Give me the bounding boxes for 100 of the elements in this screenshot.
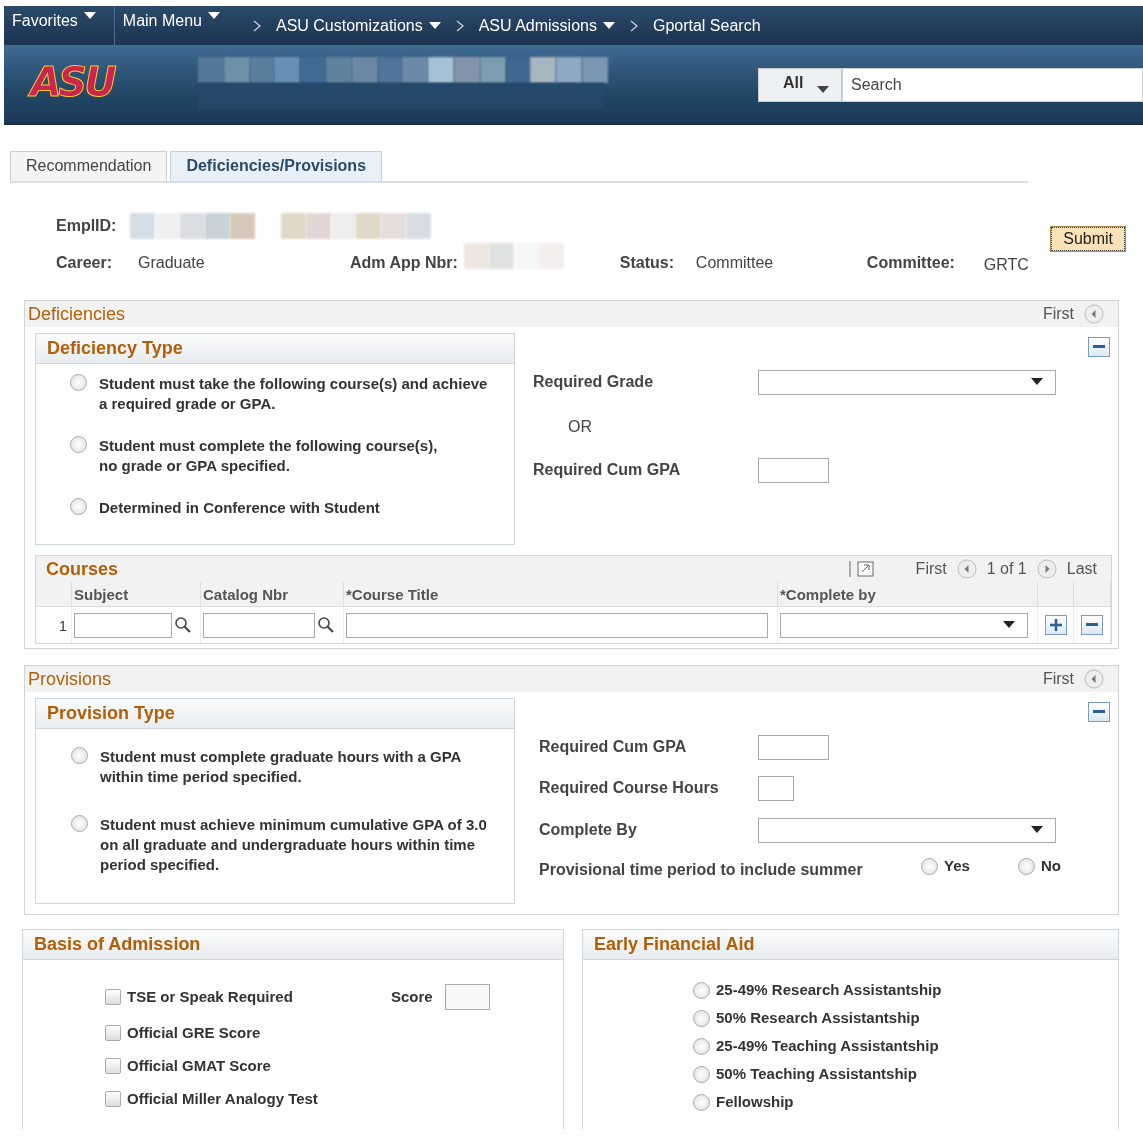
option-label: Student must achieve minimum cumulative GPA of 3.0 on all graduate and undergraduate hours within time period specified.: [100, 815, 488, 875]
box-title: Provision Type: [47, 703, 175, 724]
field-label: Career:: [56, 254, 114, 272]
option-label: 25-49% Research Assistantship: [716, 980, 942, 1000]
collapse-button[interactable]: [1088, 702, 1110, 722]
option-label: Student must complete graduate hours with a GPA within time period specified.: [100, 747, 462, 787]
breadcrumb-link[interactable]: ASU Customizations: [275, 16, 441, 35]
minus-icon: [1093, 710, 1105, 714]
radio-button[interactable]: [70, 374, 87, 391]
checkbox[interactable]: [105, 1025, 121, 1041]
search-icon[interactable]: [174, 616, 192, 634]
option-label: Official GRE Score: [127, 1023, 261, 1043]
option-label: 25-49% Teaching Assistantship: [716, 1036, 939, 1056]
tab[interactable]: Deficiencies/Provisions: [170, 151, 383, 181]
caret-icon: [602, 21, 615, 30]
radio-button[interactable]: [1018, 857, 1035, 875]
nav-menu[interactable]: Main Menu: [114, 6, 238, 45]
caret-icon: [1003, 621, 1015, 629]
caret-icon: [83, 12, 96, 20]
option-label: Fellowship: [716, 1092, 794, 1112]
add-row-button[interactable]: [1044, 615, 1067, 635]
caret-icon: [207, 12, 220, 20]
search-field[interactable]: Search: [842, 68, 1143, 102]
radio-button[interactable]: [693, 1065, 710, 1083]
radio-button[interactable]: [71, 815, 88, 832]
radio-button[interactable]: [693, 1009, 710, 1027]
panel-title: Provisions: [28, 668, 112, 690]
row-range: 1 of 1: [986, 560, 1027, 578]
column-header: *Complete by: [778, 582, 1038, 607]
caret-icon: [428, 21, 441, 30]
input-field[interactable]: [758, 734, 829, 760]
chevron-icon: [454, 19, 465, 32]
option-label: Yes: [944, 856, 970, 876]
field-label: Provisional time period to include summer: [539, 861, 864, 879]
first-link[interactable]: First: [1042, 670, 1074, 688]
checkbox[interactable]: [105, 1058, 121, 1074]
field-label: Required Cum GPA: [533, 461, 682, 479]
chevron-icon: [628, 19, 639, 32]
option-label: Official Miller Analogy Test: [127, 1089, 318, 1109]
field-label: Adm App Nbr:: [350, 254, 458, 272]
box-title: Basis of Admission: [34, 934, 201, 955]
row-number: 1: [58, 616, 68, 634]
subject-field[interactable]: [74, 612, 172, 638]
field-label: Required Grade: [533, 373, 655, 391]
delete-row-button[interactable]: [1081, 615, 1103, 635]
option-label: No: [1041, 856, 1061, 876]
option-label: Official GMAT Score: [127, 1056, 271, 1076]
grade-dropdown[interactable]: [758, 369, 1056, 395]
field-value: Committee: [695, 254, 775, 272]
chevron-icon: [251, 19, 262, 32]
search-scope-dropdown[interactable]: All: [758, 68, 842, 102]
option-label: Student must complete the following course(s), no grade or GPA specified.: [99, 436, 439, 476]
radio-button[interactable]: [693, 1093, 710, 1111]
score-field[interactable]: [444, 984, 490, 1010]
complete-by-dropdown[interactable]: [758, 817, 1056, 843]
collapse-button[interactable]: [1088, 337, 1110, 357]
first-link[interactable]: First: [1042, 305, 1074, 323]
caret-icon: [1031, 378, 1043, 386]
breadcrumb-link[interactable]: Gportal Search: [652, 16, 761, 35]
breadcrumb-link[interactable]: ASU Admissions: [478, 16, 615, 35]
logo: ASU: [27, 59, 116, 105]
last-link[interactable]: Last: [1066, 560, 1097, 578]
box-title: Deficiency Type: [47, 338, 183, 359]
checkbox[interactable]: [105, 1091, 121, 1107]
field-value: GRTC: [983, 256, 1029, 274]
column-header: Subject: [72, 582, 201, 607]
field-value: Graduate: [138, 254, 206, 272]
first-link[interactable]: First: [915, 560, 947, 578]
tab[interactable]: Recommendation: [10, 151, 168, 181]
course-title-field[interactable]: [346, 612, 768, 638]
input-field[interactable]: [758, 775, 794, 801]
option-label: Determined in Conference with Student: [99, 498, 380, 518]
plus-icon: [1049, 619, 1062, 631]
field-label: Required Cum GPA: [539, 738, 688, 756]
caret-icon: [817, 86, 830, 94]
search-icon[interactable]: [317, 616, 335, 634]
checkbox[interactable]: [105, 989, 121, 1005]
radio-button[interactable]: [693, 981, 710, 999]
grid-title: Courses: [45, 558, 119, 580]
submit-button[interactable]: Submit: [1051, 227, 1125, 251]
radio-button[interactable]: [70, 436, 87, 453]
catalog-number-field[interactable]: [203, 612, 315, 638]
option-label: 50% Teaching Assistantship: [716, 1064, 917, 1084]
radio-button[interactable]: [70, 498, 87, 515]
score-label: Score: [391, 987, 433, 1007]
field-label: Status:: [619, 254, 676, 272]
column-header: Catalog Nbr: [201, 582, 344, 607]
field-label: Committee:: [866, 254, 956, 272]
pop-out-icon[interactable]: [847, 559, 876, 579]
radio-button[interactable]: [921, 857, 938, 875]
panel-title: Deficiencies: [28, 303, 126, 325]
option-label: Student must take the following course(s) and achieve a required grade or GPA.: [99, 374, 489, 414]
input-field[interactable]: [758, 457, 829, 483]
field-label: Complete By: [539, 821, 638, 839]
box-title: Early Financial Aid: [594, 934, 755, 955]
field-label: EmplID:: [56, 217, 117, 235]
complete-by-dropdown[interactable]: [780, 612, 1028, 638]
field-label: Required Course Hours: [539, 779, 720, 797]
radio-button[interactable]: [71, 747, 88, 764]
radio-button[interactable]: [693, 1037, 710, 1055]
